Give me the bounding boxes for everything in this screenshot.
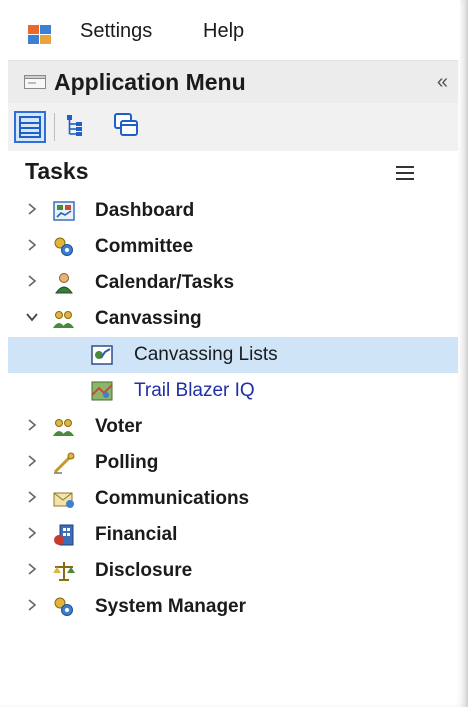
windows-icon — [114, 113, 138, 136]
tree-item-label: Canvassing Lists — [134, 344, 278, 365]
tree-item-label: Canvassing — [95, 308, 202, 329]
collapse-panel-icon[interactable]: « — [437, 71, 448, 94]
tree-item-financial[interactable]: Financial — [8, 517, 458, 553]
tasks-title: Tasks — [25, 158, 89, 184]
menu-window-icon — [24, 75, 46, 89]
tree-item-calendar-tasks[interactable]: Calendar/Tasks — [8, 265, 458, 301]
hamburger-menu-icon[interactable] — [396, 166, 414, 180]
view-toolbar — [8, 103, 458, 152]
tree-item-label: Trail Blazer IQ — [134, 380, 255, 401]
chevron-right-icon[interactable] — [25, 598, 39, 612]
chevron-right-icon[interactable] — [25, 526, 39, 540]
tree-view-button[interactable] — [62, 111, 94, 143]
app-icon[interactable] — [27, 22, 55, 46]
canvassing-lists-icon — [91, 345, 113, 365]
tree-item-label: Polling — [95, 452, 159, 473]
tree-item-disclosure[interactable]: Disclosure — [8, 553, 458, 589]
tree-view-icon — [67, 115, 82, 136]
list-view-icon — [19, 116, 41, 138]
menu-help[interactable]: Help — [197, 18, 250, 45]
calendar-tasks-icon — [55, 273, 73, 294]
task-tree: Dashboard Committee Calendar/Tasks Canva… — [8, 193, 458, 625]
tree-item-system-manager[interactable]: System Manager — [8, 589, 458, 625]
tree-item-label: System Manager — [95, 596, 247, 617]
tree-item-canvassing[interactable]: Canvassing — [8, 301, 458, 337]
tree-item-label: Communications — [95, 488, 250, 509]
application-menu-panel: Settings Help Application Menu « Tasks D… — [0, 0, 468, 707]
dashboard-icon — [53, 201, 75, 221]
tree-item-voter[interactable]: Voter — [8, 409, 458, 445]
tree-item-trail-blazer-iq[interactable]: Trail Blazer IQ — [8, 373, 458, 409]
tree-item-label: Committee — [95, 236, 194, 257]
disclosure-icon — [53, 562, 75, 581]
tree-item-committee[interactable]: Committee — [8, 229, 458, 265]
financial-icon — [54, 524, 74, 546]
chevron-right-icon[interactable] — [25, 274, 39, 288]
polling-icon — [53, 452, 75, 474]
chevron-right-icon[interactable] — [25, 238, 39, 252]
trail-blazer-icon — [91, 381, 113, 401]
tree-item-polling[interactable]: Polling — [8, 445, 458, 481]
tree-item-label: Calendar/Tasks — [95, 272, 235, 293]
application-menu-header: Application Menu « — [8, 60, 458, 104]
application-menu-title: Application Menu — [54, 69, 246, 95]
tree-item-canvassing-lists[interactable]: Canvassing Lists — [8, 337, 458, 373]
toolbar-separator — [54, 113, 55, 141]
tree-item-label: Dashboard — [95, 200, 195, 221]
tree-item-label: Disclosure — [95, 560, 193, 581]
tree-item-label: Financial — [95, 524, 178, 545]
tree-item-communications[interactable]: Communications — [8, 481, 458, 517]
chevron-right-icon[interactable] — [25, 202, 39, 216]
chevron-right-icon[interactable] — [25, 418, 39, 432]
voter-icon — [53, 419, 74, 436]
chevron-right-icon[interactable] — [25, 562, 39, 576]
tasks-header: Tasks — [8, 151, 458, 193]
tree-item-label: Voter — [95, 416, 143, 437]
committee-icon — [54, 237, 73, 256]
list-view-button[interactable] — [14, 111, 46, 143]
communications-icon — [53, 492, 74, 508]
canvassing-icon — [53, 311, 74, 328]
chevron-right-icon[interactable] — [25, 454, 39, 468]
tree-item-dashboard[interactable]: Dashboard — [8, 193, 458, 229]
menu-settings[interactable]: Settings — [74, 18, 158, 45]
windows-view-button[interactable] — [112, 111, 144, 143]
chevron-down-icon[interactable] — [25, 310, 39, 324]
system-manager-icon — [54, 597, 73, 616]
chevron-right-icon[interactable] — [25, 490, 39, 504]
menu-bar: Settings Help — [0, 0, 460, 60]
